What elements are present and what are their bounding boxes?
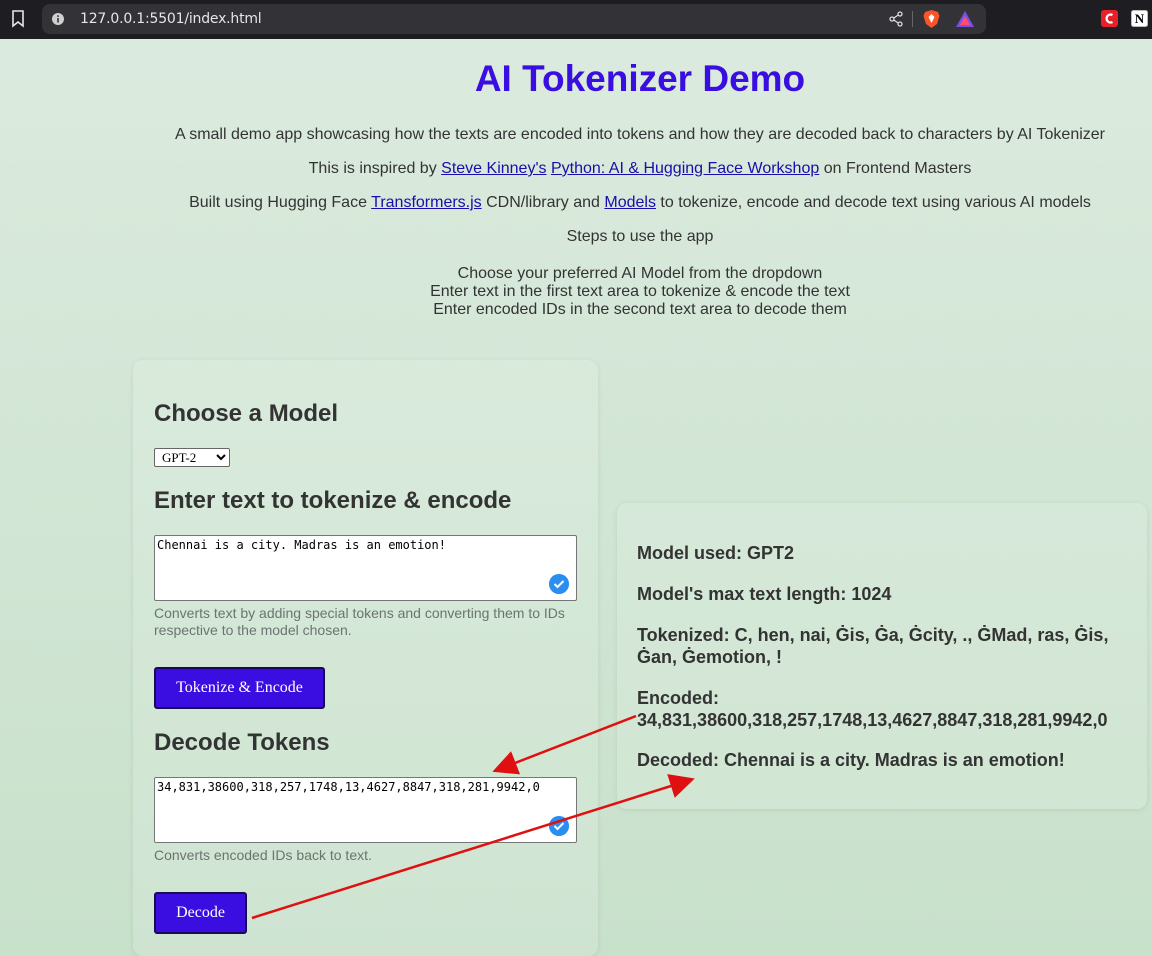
bookmark-icon[interactable] xyxy=(11,10,25,28)
steps-list: Choose your preferred AI Model from the … xyxy=(0,265,1152,319)
model-select[interactable]: GPT-2 xyxy=(154,448,230,467)
decode-heading: Decode Tokens xyxy=(154,729,330,756)
model-used-text: Model used: GPT2 xyxy=(637,543,795,563)
built-prefix: Built using Hugging Face xyxy=(189,194,372,211)
built-with-line: Built using Hugging Face Transformers.js… xyxy=(0,194,1152,212)
tokenized-text: Tokenized: C, hen, nai, Ġis, Ġa, Ġcity, … xyxy=(637,625,1109,667)
notion-extension-icon[interactable]: N xyxy=(1130,9,1149,28)
inspired-prefix: This is inspired by xyxy=(308,160,442,177)
inspiration-line: This is inspired by Steve Kinney's Pytho… xyxy=(0,160,1152,178)
steve-kinney-link[interactable]: Steve Kinney's xyxy=(441,160,546,177)
brave-shields-icon[interactable] xyxy=(922,9,941,29)
inspired-suffix: on Frontend Masters xyxy=(819,160,972,177)
models-link[interactable]: Models xyxy=(604,194,656,211)
svg-text:N: N xyxy=(1135,11,1145,26)
decode-button[interactable]: Decode xyxy=(154,892,247,934)
encode-heading: Enter text to tokenize & encode xyxy=(154,487,512,514)
share-icon[interactable] xyxy=(888,11,904,27)
encode-help-text: Converts text by adding special tokens a… xyxy=(154,605,565,638)
decode-help-text: Converts encoded IDs back to text. xyxy=(154,847,372,863)
address-bar[interactable]: 127.0.0.1:5501/index.html xyxy=(42,4,986,34)
step-item: Enter text in the first text area to tok… xyxy=(430,283,850,300)
grammar-check-icon[interactable] xyxy=(549,574,569,594)
tokenize-encode-button[interactable]: Tokenize & Encode xyxy=(154,667,325,709)
grammar-check-icon[interactable] xyxy=(549,816,569,836)
decoded-text: Decoded: Chennai is a city. Madras is an… xyxy=(637,750,1065,770)
browser-toolbar: 127.0.0.1:5501/index.html N xyxy=(0,0,1152,39)
address-divider xyxy=(912,11,913,27)
encoded-value: 34,831,38600,318,257,1748,13,4627,8847,3… xyxy=(637,710,1108,730)
steps-title: Steps to use the app xyxy=(566,228,714,245)
brave-rewards-icon[interactable] xyxy=(955,10,975,28)
step-item: Choose your preferred AI Model from the … xyxy=(457,265,823,282)
encoded-label: Encoded: xyxy=(637,688,720,708)
choose-model-heading: Choose a Model xyxy=(154,400,339,427)
built-suffix: to tokenize, encode and decode text usin… xyxy=(655,194,1091,211)
page-title: AI Tokenizer Demo xyxy=(474,58,806,99)
step-item: Enter encoded IDs in the second text are… xyxy=(433,301,847,318)
url-text[interactable]: 127.0.0.1:5501/index.html xyxy=(80,11,262,27)
extension-c-icon[interactable] xyxy=(1100,9,1119,28)
transformers-link[interactable]: Transformers.js xyxy=(371,194,482,211)
app-description: A small demo app showcasing how the text… xyxy=(174,126,1106,143)
site-info-icon[interactable] xyxy=(51,12,65,26)
decode-textarea[interactable]: 34,831,38600,318,257,1748,13,4627,8847,3… xyxy=(154,777,577,843)
encode-textarea[interactable]: Chennai is a city. Madras is an emotion! xyxy=(154,535,577,601)
built-middle: CDN/library and xyxy=(481,194,605,211)
max-length-text: Model's max text length: 1024 xyxy=(637,584,892,604)
workshop-link[interactable]: Python: AI & Hugging Face Workshop xyxy=(551,160,819,177)
